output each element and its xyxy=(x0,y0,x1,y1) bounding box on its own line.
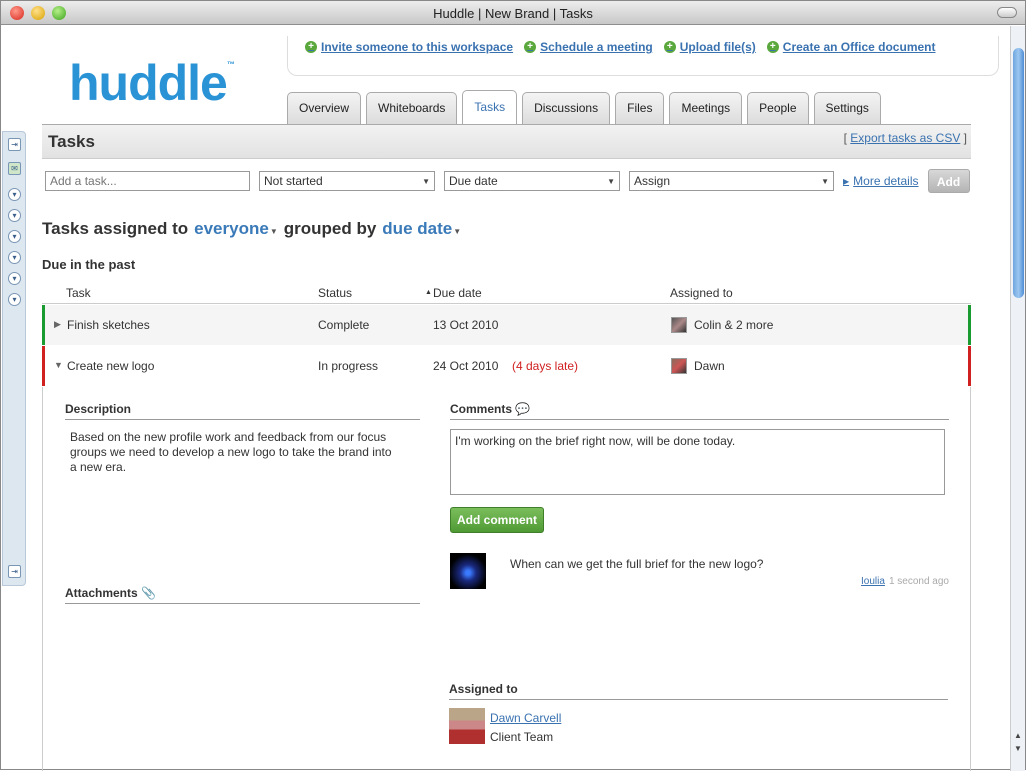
scrollbar-thumb[interactable] xyxy=(1013,48,1024,298)
comments-label: Comments 💬 xyxy=(450,402,949,420)
upload-files-link[interactable]: + Upload file(s) xyxy=(663,40,756,54)
comment-text: When can we get the full brief for the n… xyxy=(510,557,764,571)
avatar xyxy=(671,358,687,374)
dropdown-arrow-icon[interactable]: ▼ xyxy=(453,227,461,236)
add-task-button[interactable]: Add xyxy=(927,169,970,193)
export-area: [ Export tasks as CSV ] xyxy=(843,131,967,145)
plus-icon: + xyxy=(663,41,676,53)
column-task[interactable]: Task xyxy=(66,286,91,300)
export-csv-link[interactable]: Export tasks as CSV xyxy=(850,131,960,145)
page-content: + Invite someone to this workspace + Sched… xyxy=(15,26,1011,771)
task-assignee[interactable]: Dawn xyxy=(694,359,725,373)
tab-files[interactable]: Files xyxy=(615,92,665,124)
task-name[interactable]: Finish sketches xyxy=(67,318,150,332)
sort-asc-icon: ▲ xyxy=(425,289,432,296)
dropdown-arrow-icon: ▼ xyxy=(422,177,430,186)
column-due-date[interactable]: Due date xyxy=(433,286,482,300)
page-title: Tasks xyxy=(48,132,95,151)
table-header: Task Status ▲ Due date Assigned to xyxy=(42,284,971,304)
plus-icon: + xyxy=(766,41,779,53)
tab-overview[interactable]: Overview xyxy=(287,92,362,124)
column-status[interactable]: Status xyxy=(318,286,352,300)
tab-discussions[interactable]: Discussions xyxy=(522,92,611,124)
avatar xyxy=(449,708,485,744)
browser-window: Huddle | New Brand | Tasks ▲ ▼ ⇥ ✉ ▾ ▾ ▾… xyxy=(0,0,1026,771)
expand-row-icon[interactable]: ▶ xyxy=(54,319,61,330)
tab-meetings[interactable]: Meetings xyxy=(669,92,743,124)
add-comment-button[interactable]: Add comment xyxy=(450,507,544,533)
collapse-row-icon[interactable]: ▼ xyxy=(54,360,63,370)
task-filter-heading: Tasks assigned to everyone ▼ grouped by d… xyxy=(42,219,462,239)
assign-select[interactable]: Assign ▼ xyxy=(629,171,834,191)
dropdown-arrow-icon: ▼ xyxy=(821,177,829,186)
table-row[interactable]: ▼ Create new logo In progress 24 Oct 201… xyxy=(42,346,971,386)
huddle-logo[interactable]: huddle™ xyxy=(69,54,235,112)
comment-input[interactable]: I'm working on the brief right now, will… xyxy=(450,429,945,495)
task-due-date: 24 Oct 2010 xyxy=(433,359,499,373)
title-bar: Huddle | New Brand | Tasks xyxy=(1,1,1025,25)
plus-icon: + xyxy=(524,41,537,53)
vertical-scrollbar[interactable]: ▲ ▼ xyxy=(1010,26,1025,771)
page-header: Tasks [ Export tasks as CSV ] xyxy=(42,125,971,159)
dropdown-arrow-icon[interactable]: ▼ xyxy=(270,227,278,236)
main-tabs: Overview Whiteboards Tasks Discussions F… xyxy=(287,90,881,124)
toolbar-toggle-button[interactable] xyxy=(997,7,1017,18)
assignee-team: Client Team xyxy=(490,730,554,744)
plus-icon: + xyxy=(305,41,317,53)
window-title: Huddle | New Brand | Tasks xyxy=(433,6,593,21)
add-task-input[interactable] xyxy=(45,171,250,191)
tab-whiteboards[interactable]: Whiteboards xyxy=(366,92,458,124)
scroll-down-icon[interactable]: ▼ xyxy=(1014,744,1022,753)
assignee-link[interactable]: Dawn Carvell xyxy=(490,711,561,725)
group-by-filter[interactable]: due date xyxy=(382,219,452,239)
speech-bubble-icon: 💬 xyxy=(515,402,531,416)
task-status: In progress xyxy=(318,359,379,373)
task-name[interactable]: Create new logo xyxy=(67,359,154,373)
assignee-filter[interactable]: everyone xyxy=(194,219,269,239)
attachments-label: Attachments 📎 xyxy=(65,586,420,604)
create-office-document-link[interactable]: + Create an Office document xyxy=(766,40,935,54)
more-details-link[interactable]: ▶ More details xyxy=(843,174,919,188)
tab-settings[interactable]: Settings xyxy=(813,92,881,124)
section-title: Due in the past xyxy=(42,257,136,272)
paperclip-icon[interactable]: 📎 xyxy=(141,586,156,600)
tab-tasks[interactable]: Tasks xyxy=(462,90,518,124)
table-row[interactable]: ▶ Finish sketches Complete 13 Oct 2010 C… xyxy=(42,305,971,345)
due-date-select[interactable]: Due date ▼ xyxy=(444,171,620,191)
invite-link[interactable]: + Invite someone to this workspace xyxy=(305,40,513,54)
dropdown-arrow-icon: ▼ xyxy=(607,177,615,186)
description-label: Description xyxy=(65,402,420,420)
scroll-up-icon[interactable]: ▲ xyxy=(1014,731,1022,740)
schedule-meeting-link[interactable]: + Schedule a meeting xyxy=(524,40,653,54)
comment-meta: Ioulia 1 second ago xyxy=(861,576,949,587)
task-status: Complete xyxy=(318,318,370,332)
avatar xyxy=(671,317,687,333)
status-select[interactable]: Not started ▼ xyxy=(259,171,435,191)
expand-arrow-icon: ▶ xyxy=(843,176,850,186)
comment-author-link[interactable]: Ioulia xyxy=(861,576,885,587)
quick-actions: + Invite someone to this workspace + Sched… xyxy=(305,40,935,54)
tab-people[interactable]: People xyxy=(747,92,809,124)
task-due-date: 13 Oct 2010 xyxy=(433,318,499,332)
task-description: Based on the new profile work and feedba… xyxy=(70,430,392,474)
assigned-to-label: Assigned to xyxy=(449,682,948,700)
task-assignee[interactable]: Colin & 2 more xyxy=(694,318,773,332)
late-indicator: (4 days late) xyxy=(512,359,579,373)
avatar xyxy=(450,553,486,589)
add-task-row: Not started▼ Due date▼ Assign▼ ▶More det… xyxy=(45,169,970,193)
column-assigned-to[interactable]: Assigned to xyxy=(670,286,733,300)
